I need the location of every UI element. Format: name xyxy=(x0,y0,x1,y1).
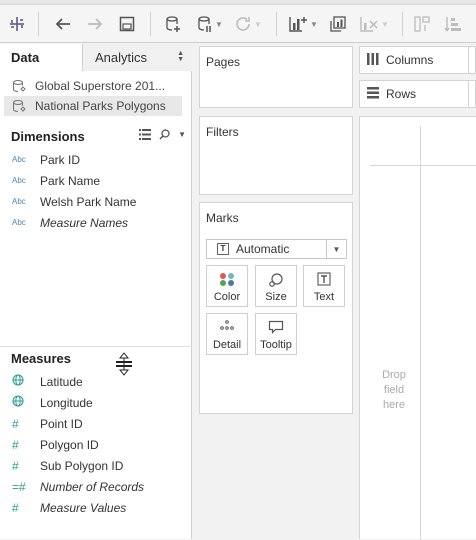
toolbar: ▼ ▼ ▼ ▼ xyxy=(0,5,476,43)
tableau-icon[interactable] xyxy=(6,13,28,35)
cards-column: Pages Filters Marks T Automatic ▼ Color … xyxy=(193,44,358,539)
data-pane: Data Analytics ▲ ▼ Global Superstore 201.… xyxy=(0,44,192,539)
chevron-down-icon[interactable]: ▼ xyxy=(310,20,318,29)
drop-field-hint: Drop field here xyxy=(382,369,406,411)
field-park-id[interactable]: Abc Park ID xyxy=(0,149,192,170)
tab-scroll-icon[interactable]: ▲ ▼ xyxy=(177,50,184,63)
calculated-number-icon: =# xyxy=(12,479,26,494)
text-button[interactable]: Text xyxy=(303,265,345,307)
field-polygon-id[interactable]: # Polygon ID xyxy=(0,434,192,455)
columns-shelf[interactable]: Columns xyxy=(359,46,476,74)
save-icon[interactable] xyxy=(116,13,138,35)
field-sub-polygon-id[interactable]: # Sub Polygon ID xyxy=(0,455,192,476)
datasource-global-superstore[interactable]: Global Superstore 201... xyxy=(4,76,182,96)
field-point-id[interactable]: # Point ID xyxy=(0,413,192,434)
chevron-down-icon[interactable]: ▼ xyxy=(254,20,262,29)
field-latitude[interactable]: Latitude xyxy=(0,371,192,392)
field-measure-values[interactable]: # Measure Values xyxy=(0,497,192,518)
filters-card[interactable]: Filters xyxy=(199,116,353,195)
tab-analytics[interactable]: Analytics ▲ ▼ xyxy=(82,44,192,71)
field-measure-names[interactable]: Abc Measure Names xyxy=(0,212,192,233)
sort-icon[interactable] xyxy=(442,13,464,35)
new-worksheet-icon[interactable]: ▼ xyxy=(285,13,321,35)
number-type-icon: # xyxy=(12,500,19,515)
detail-icon xyxy=(220,320,234,330)
tooltip-button[interactable]: Tooltip xyxy=(255,313,297,355)
refresh-icon[interactable]: ▼ xyxy=(230,13,266,35)
dimensions-header: Dimensions ▼ xyxy=(11,128,186,144)
chevron-down-icon[interactable]: ▼ xyxy=(326,240,346,258)
dimensions-menu-icon[interactable]: ▼ xyxy=(178,130,186,139)
globe-icon xyxy=(12,374,36,389)
swap-icon[interactable] xyxy=(411,13,433,35)
pane-tabs: Data Analytics ▲ ▼ xyxy=(0,44,192,71)
globe-icon xyxy=(12,395,36,410)
rows-shelf[interactable]: Rows xyxy=(359,80,476,108)
datasource-icon xyxy=(12,79,26,92)
tab-data[interactable]: Data xyxy=(0,44,82,71)
field-longitude[interactable]: Longitude xyxy=(0,392,192,413)
string-type-icon: Abc xyxy=(12,176,26,185)
measures-header: Measures xyxy=(11,350,71,366)
string-type-icon: Abc xyxy=(12,155,26,164)
field-number-of-records[interactable]: =# Number of Records xyxy=(0,476,192,497)
rows-icon xyxy=(367,86,379,102)
field-welsh-park-name[interactable]: Abc Welsh Park Name xyxy=(0,191,192,212)
pause-updates-icon[interactable]: ▼ xyxy=(193,13,227,35)
size-icon xyxy=(269,273,283,287)
number-type-icon: # xyxy=(12,416,19,431)
detail-button[interactable]: Detail xyxy=(206,313,248,355)
datasource-national-parks[interactable]: National Parks Polygons xyxy=(4,96,182,116)
field-park-name[interactable]: Abc Park Name xyxy=(0,170,192,191)
text-icon xyxy=(317,272,331,286)
view-area: Columns Rows Drop field here xyxy=(359,44,476,540)
text-mark-icon: T xyxy=(217,243,229,255)
view-list-icon[interactable] xyxy=(139,129,152,140)
color-palette-icon xyxy=(220,273,234,286)
search-icon[interactable] xyxy=(159,129,170,140)
chevron-down-icon[interactable]: ▼ xyxy=(381,20,389,29)
marks-card: Marks T Automatic ▼ Color Size Text Deta… xyxy=(199,202,353,414)
datasource-icon xyxy=(12,99,26,112)
canvas-divider-vertical xyxy=(420,126,421,540)
tooltip-icon xyxy=(268,320,284,334)
number-type-icon: # xyxy=(12,437,19,452)
canvas-divider-horizontal xyxy=(370,165,476,166)
clear-sheet-icon[interactable]: ▼ xyxy=(356,13,392,35)
columns-icon xyxy=(367,52,379,68)
undo-icon[interactable] xyxy=(52,13,74,35)
mark-type-dropdown[interactable]: T Automatic ▼ xyxy=(206,239,347,259)
color-button[interactable]: Color xyxy=(206,265,248,307)
string-type-icon: Abc xyxy=(12,218,26,227)
pages-card[interactable]: Pages xyxy=(199,46,353,108)
viz-canvas[interactable]: Drop field here xyxy=(359,116,476,540)
number-type-icon: # xyxy=(12,458,19,473)
redo-icon[interactable] xyxy=(84,13,106,35)
duplicate-sheet-icon[interactable] xyxy=(327,13,349,35)
string-type-icon: Abc xyxy=(12,197,26,206)
new-datasource-icon[interactable] xyxy=(162,13,184,35)
size-button[interactable]: Size xyxy=(255,265,297,307)
chevron-down-icon[interactable]: ▼ xyxy=(215,20,223,29)
